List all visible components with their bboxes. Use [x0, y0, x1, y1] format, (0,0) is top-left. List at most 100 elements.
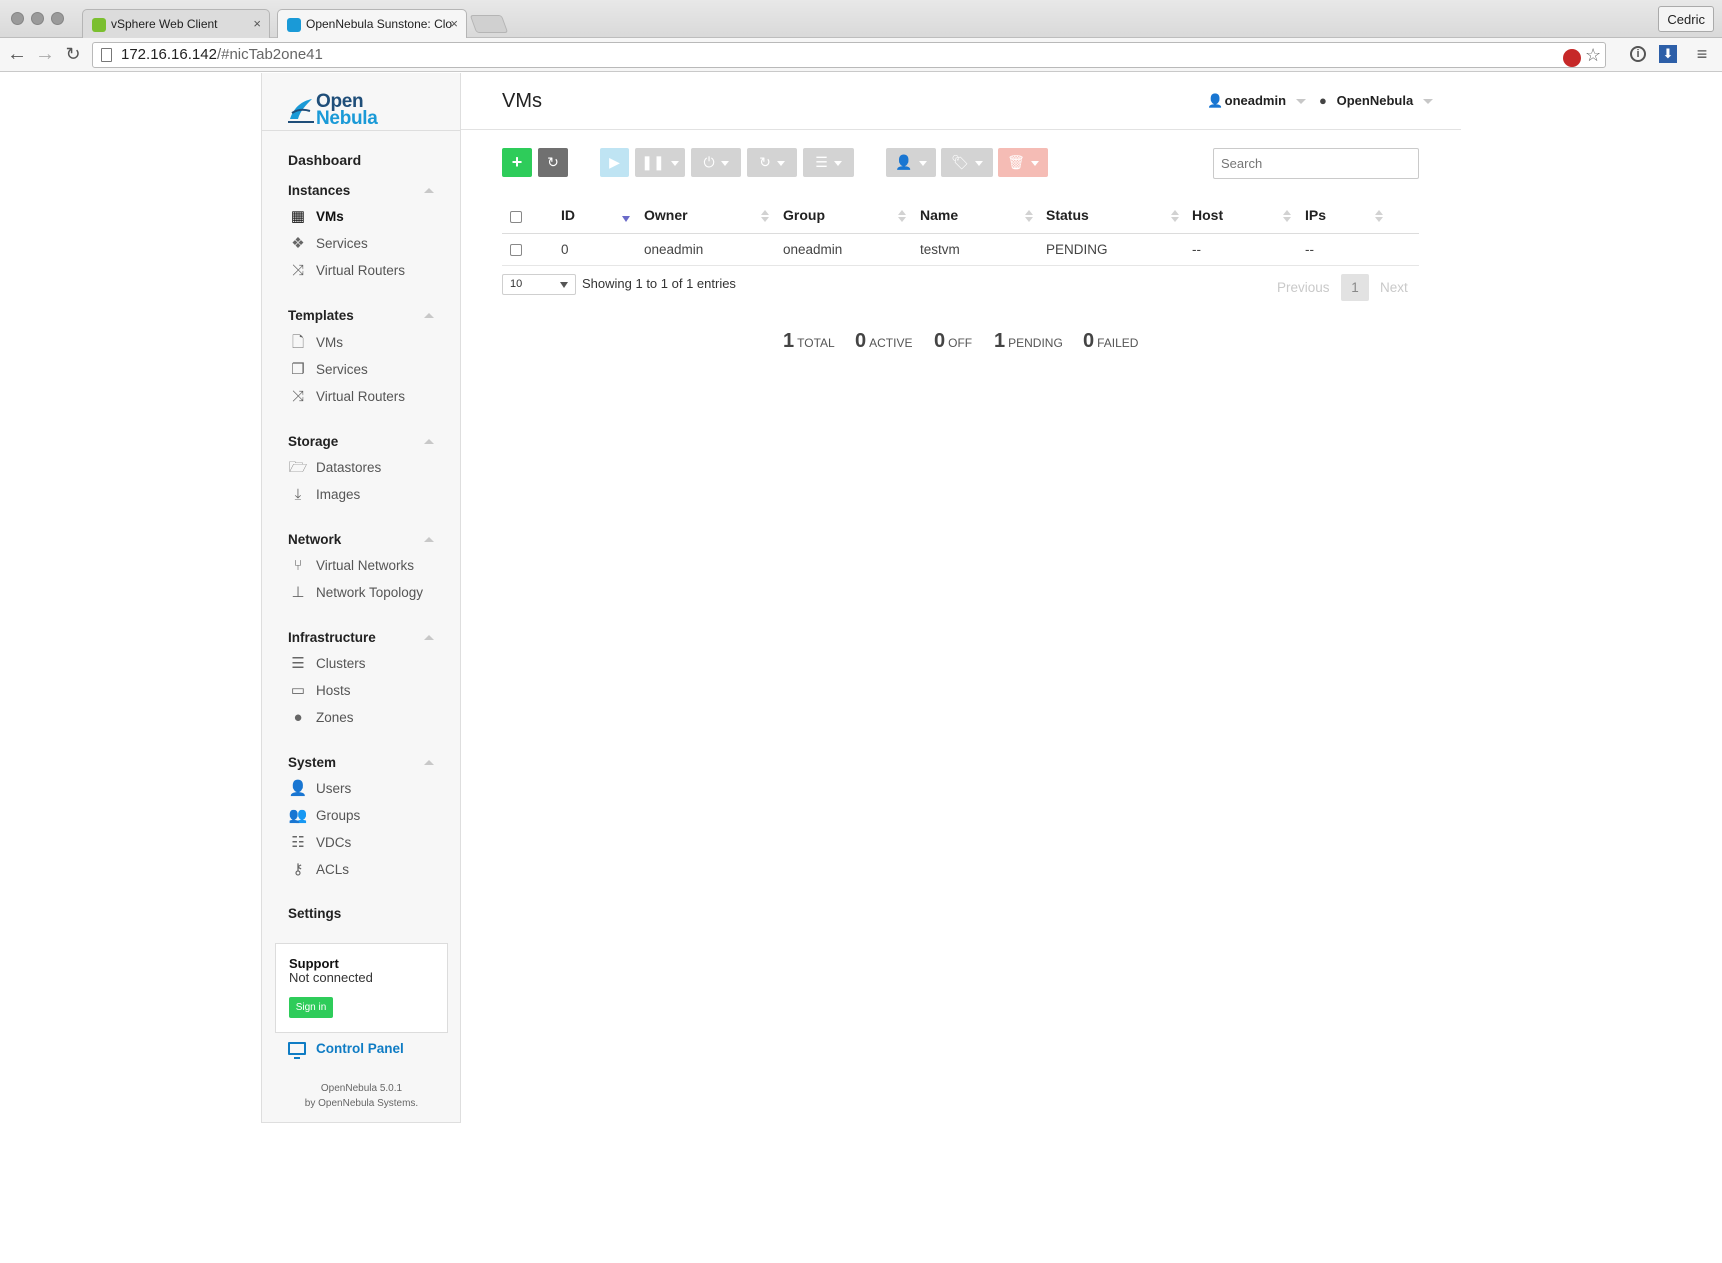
sort-desc-icon[interactable]	[622, 216, 630, 222]
menu-item-label: Clusters	[316, 656, 366, 671]
stat-label: OFF	[948, 336, 973, 350]
resume-button[interactable]: ▶	[600, 148, 629, 177]
create-button[interactable]: +	[502, 148, 532, 177]
sort-icon[interactable]	[1171, 210, 1179, 222]
support-signin-button[interactable]: Sign in	[289, 997, 333, 1018]
close-tab-icon[interactable]: ×	[450, 16, 458, 31]
power-dropdown-button[interactable]: ⏻	[691, 148, 741, 177]
menu-settings[interactable]: Settings	[288, 906, 341, 921]
stat-failed: 0 FAILED	[1083, 330, 1138, 353]
menu-section-system[interactable]: System	[288, 755, 336, 770]
reload-icon[interactable]: ↻	[62, 43, 84, 65]
users-icon: 👥	[288, 807, 308, 824]
bookmark-star-icon[interactable]: ☆	[1585, 46, 1603, 64]
more-actions-dropdown-button[interactable]: ☰	[803, 148, 854, 177]
pause-dropdown-button[interactable]: ❚❚	[635, 148, 685, 177]
page-icon	[101, 48, 112, 62]
menu-item-label: VMs	[316, 209, 344, 224]
menu-section-templates[interactable]: Templates	[288, 308, 354, 323]
menu-dashboard[interactable]: Dashboard	[288, 152, 361, 168]
reboot-dropdown-button[interactable]: ↻	[747, 148, 797, 177]
column-header-status[interactable]: Status	[1046, 207, 1089, 223]
stat-value: 0	[934, 330, 946, 352]
column-header-ips[interactable]: IPs	[1305, 207, 1326, 223]
menu-item-label: Datastores	[316, 460, 382, 475]
row-checkbox[interactable]	[510, 244, 522, 256]
column-header-host[interactable]: Host	[1192, 207, 1223, 223]
refresh-button[interactable]: ↻	[538, 148, 568, 177]
menu-section-infrastructure[interactable]: Infrastructure	[288, 630, 376, 645]
close-window-button[interactable]	[11, 12, 24, 25]
stat-label: ACTIVE	[869, 336, 913, 350]
support-panel: Support Not connected Sign in	[275, 943, 448, 1033]
sort-icon[interactable]	[761, 210, 769, 222]
globe-icon: ●	[1319, 93, 1327, 108]
version-company-link[interactable]: OpenNebula Systems.	[318, 1098, 418, 1109]
labels-dropdown-button[interactable]: 🏷	[941, 148, 993, 177]
info-icon[interactable]: i	[1630, 46, 1646, 62]
menu-section-network[interactable]: Network	[288, 532, 341, 547]
address-bar[interactable]: 172.16.16.142/#nicTab2one41 ☆	[92, 42, 1606, 68]
stat-label: TOTAL	[797, 336, 835, 350]
forward-icon[interactable]: →	[34, 43, 56, 65]
sort-icon[interactable]	[1025, 210, 1033, 222]
blocked-icon[interactable]	[1563, 49, 1581, 67]
page-length-select[interactable]: 10	[502, 274, 576, 295]
column-header-id[interactable]: ID	[561, 207, 575, 223]
stat-value: 0	[855, 330, 867, 352]
browser-tab-vsphere[interactable]: vSphere Web Client ×	[82, 9, 270, 38]
profile-button[interactable]: Cedric	[1658, 6, 1714, 32]
column-header-group[interactable]: Group	[783, 207, 825, 223]
menu-icon[interactable]: ≡	[1692, 44, 1712, 64]
collapse-caret-icon[interactable]	[424, 760, 434, 765]
zoom-window-button[interactable]	[51, 12, 64, 25]
collapse-caret-icon[interactable]	[424, 635, 434, 640]
menu-item-label: Services	[316, 362, 368, 377]
sort-icon[interactable]	[1375, 210, 1383, 222]
cell-group: oneadmin	[783, 242, 843, 257]
column-header-owner[interactable]: Owner	[644, 207, 688, 223]
stat-total: 1 TOTAL	[783, 330, 835, 353]
cell-status: PENDING	[1046, 242, 1108, 257]
grid-icon: ▦	[290, 208, 306, 225]
sort-icon[interactable]	[1283, 210, 1291, 222]
download-extension-icon[interactable]: ⬇	[1659, 45, 1677, 63]
menu-section-instances[interactable]: Instances	[288, 183, 350, 198]
select-all-checkbox[interactable]	[510, 211, 522, 223]
pagination-previous[interactable]: Previous	[1277, 280, 1330, 295]
minimize-window-button[interactable]	[31, 12, 44, 25]
opennebula-logo[interactable]: Open Nebula	[288, 91, 408, 129]
sort-icon[interactable]	[898, 210, 906, 222]
new-tab-button[interactable]	[469, 15, 509, 33]
pagination-next[interactable]: Next	[1380, 280, 1408, 295]
menu-item-label: Virtual Networks	[316, 558, 415, 573]
chevron-down-icon	[670, 160, 679, 166]
collapse-caret-icon[interactable]	[424, 537, 434, 542]
menu-section-storage[interactable]: Storage	[288, 434, 338, 449]
browser-tab-opennebula[interactable]: OpenNebula Sunstone: Clo ×	[277, 9, 467, 39]
chevron-down-icon	[776, 160, 785, 166]
search-input[interactable]	[1213, 148, 1419, 179]
zone-menu[interactable]: ● OpenNebula	[1319, 93, 1433, 108]
collapse-caret-icon[interactable]	[424, 439, 434, 444]
collapse-caret-icon[interactable]	[424, 313, 434, 318]
collapse-caret-icon[interactable]	[424, 188, 434, 193]
stat-label: FAILED	[1097, 336, 1139, 350]
table-row[interactable]: 0 oneadmin oneadmin testvm PENDING -- --	[502, 234, 1419, 266]
list-icon: ☰	[815, 154, 828, 170]
cell-host: --	[1192, 242, 1201, 257]
menu-item-label: Hosts	[316, 683, 351, 698]
column-header-name[interactable]: Name	[920, 207, 958, 223]
user-menu[interactable]: 👤 oneadmin	[1207, 93, 1306, 109]
opennebula-favicon-icon	[287, 18, 301, 32]
control-panel-label: Control Panel	[316, 1041, 404, 1056]
close-tab-icon[interactable]: ×	[253, 16, 261, 31]
browser-toolbar: ← → ↻ 172.16.16.142/#nicTab2one41 ☆ i ⬇ …	[0, 38, 1722, 72]
pagination-page-1[interactable]: 1	[1341, 274, 1369, 301]
delete-dropdown-button[interactable]: 🗑	[998, 148, 1048, 177]
back-icon[interactable]: ←	[6, 43, 28, 65]
server-icon: ☰	[291, 655, 305, 672]
chevron-down-icon	[1030, 160, 1039, 166]
cell-id: 0	[561, 242, 569, 257]
ownership-dropdown-button[interactable]: 👤	[886, 148, 936, 177]
